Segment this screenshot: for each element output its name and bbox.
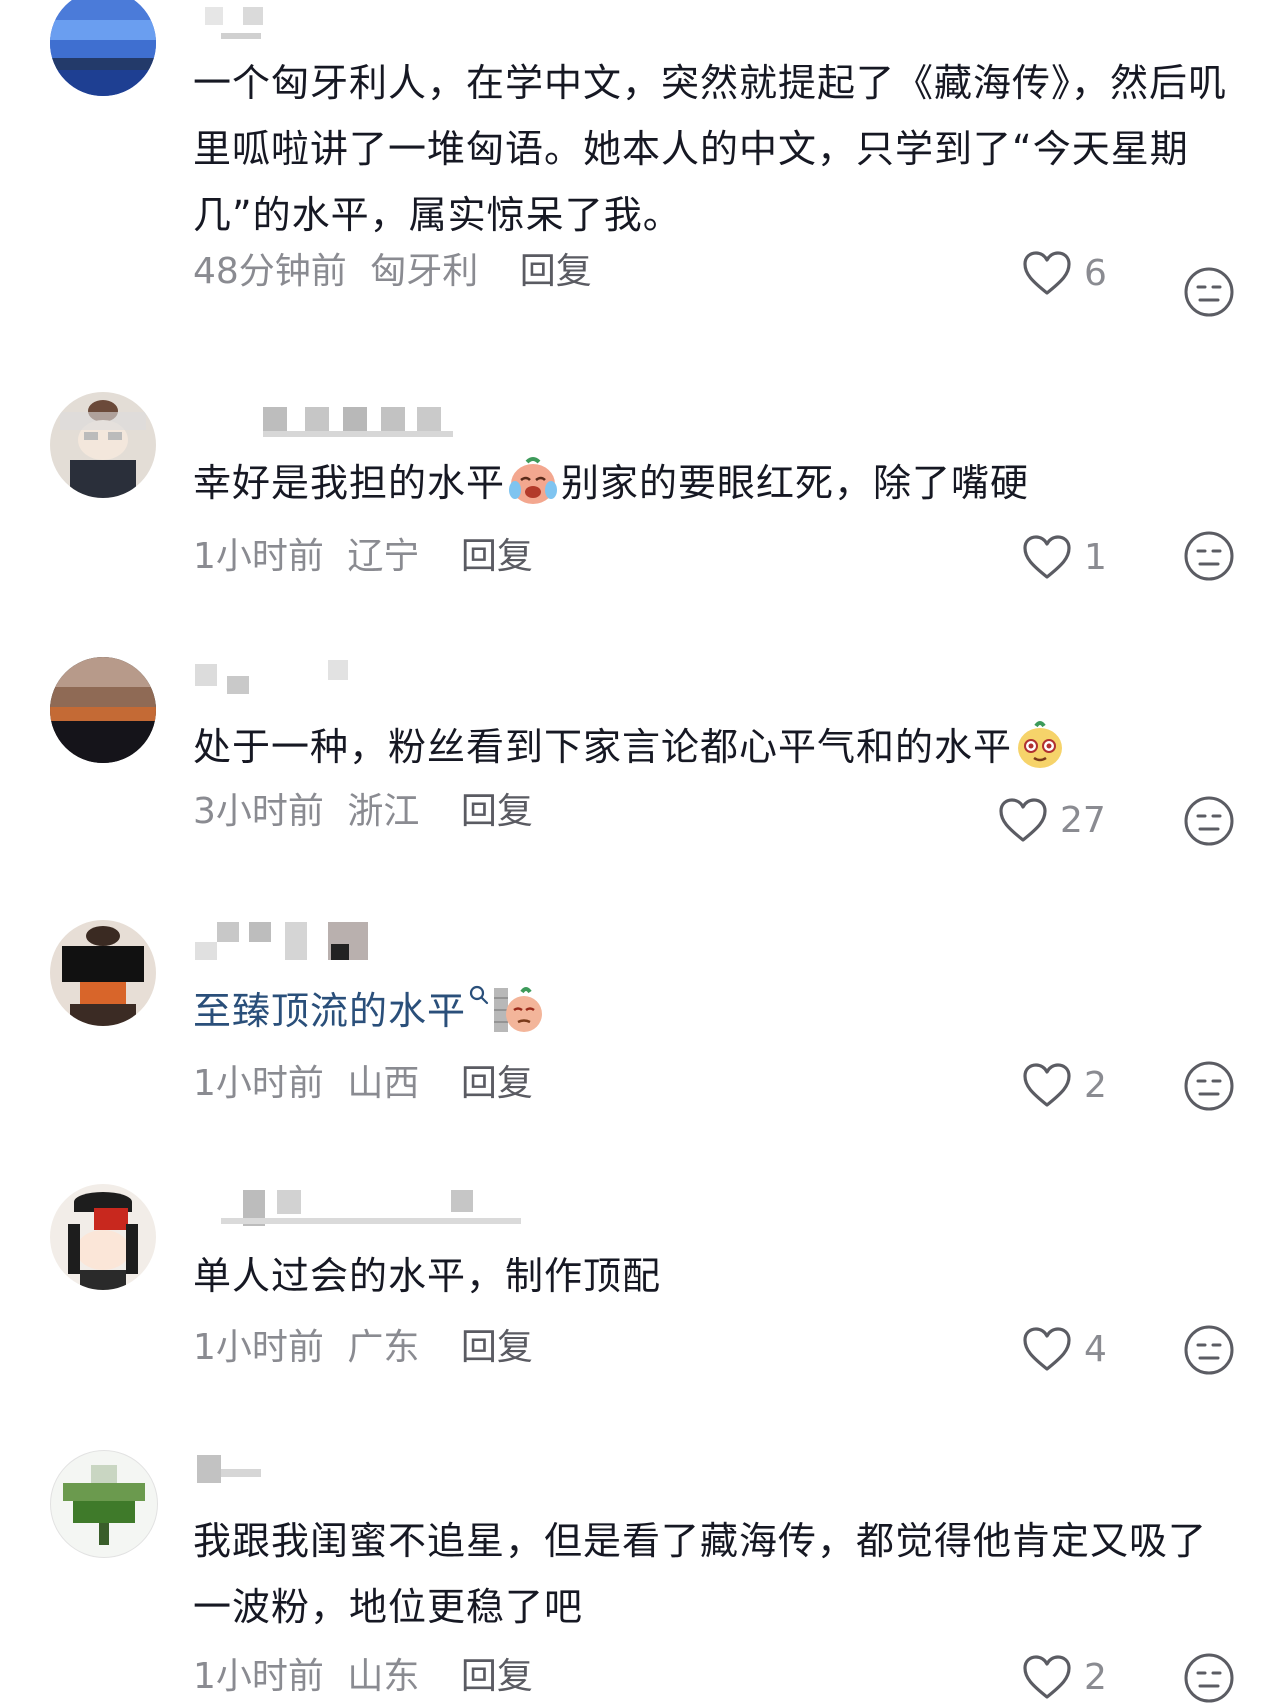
comment-meta: 1小时前 广东 回复 [193, 1326, 533, 1370]
neutral-face-icon [1184, 267, 1234, 317]
heart-outline-icon [1023, 1655, 1071, 1699]
like-count: 1 [1084, 537, 1107, 578]
comment-meta: 1小时前 山东 回复 [193, 1655, 533, 1699]
avatar[interactable] [50, 1450, 158, 1558]
comment-time: 1小时前 [193, 1656, 324, 1697]
comment-time: 1小时前 [193, 536, 324, 577]
neutral-face-icon [1184, 1061, 1234, 1111]
comment-meta: 3小时前 浙江 回复 [193, 790, 533, 834]
comment-text: 幸好是我担的水平 别家的要眼红死，除了嘴硬 [193, 450, 1243, 516]
like-button[interactable]: 6 [1022, 246, 1142, 302]
comment-location: 辽宁 [347, 536, 420, 577]
comment-text: 我跟我闺蜜不追星，但是看了藏海传，都觉得他肯定又吸了一波粉，地位更稳了吧 [193, 1519, 1208, 1629]
comment-text: 一个匈牙利人，在学中文，突然就提起了《藏海传》，然后叽里呱啦讲了一堆匈语。她本人… [193, 61, 1228, 237]
like-button[interactable]: 4 [1022, 1322, 1142, 1378]
like-count: 27 [1060, 800, 1106, 841]
crying-laughing-emoji [509, 457, 558, 504]
heart-outline-icon [1023, 535, 1071, 579]
comment-location: 浙江 [347, 791, 420, 832]
neutral-face-icon [1184, 531, 1234, 581]
like-button[interactable]: 2 [1022, 1650, 1142, 1706]
heart-outline-icon [1023, 1063, 1071, 1107]
comment-time: 3小时前 [193, 791, 324, 832]
reply-button[interactable]: 回复 [461, 1327, 533, 1368]
like-count: 2 [1084, 1657, 1107, 1698]
comment-time: 1小时前 [193, 1327, 324, 1368]
avatar[interactable] [50, 657, 156, 763]
neutral-face-icon [1184, 1653, 1234, 1703]
smug-face-emoji [1018, 721, 1063, 768]
like-count: 2 [1084, 1065, 1107, 1106]
neutral-face-icon [1184, 796, 1234, 846]
heart-outline-icon [999, 798, 1047, 842]
avatar[interactable] [50, 1184, 156, 1290]
comment-time: 48分钟前 [193, 251, 347, 292]
comment-location: 山东 [347, 1656, 420, 1697]
dislike-button[interactable] [1183, 1652, 1235, 1704]
peeking-wall-emoji [494, 987, 543, 1032]
like-count: 4 [1084, 1329, 1107, 1370]
comment-text: 处于一种，粉丝看到下家言论都心平气和的水平 [193, 714, 1243, 780]
avatar[interactable] [50, 392, 156, 498]
heart-outline-icon [1023, 251, 1071, 295]
avatar[interactable] [50, 920, 156, 1026]
comment-meta: 1小时前 山西 回复 [193, 1062, 533, 1106]
comment-text: 至臻顶流的水平 [193, 978, 1243, 1044]
reply-button[interactable]: 回复 [461, 791, 533, 832]
search-icon [469, 985, 489, 1005]
comment-location: 匈牙利 [370, 251, 479, 292]
comment-meta: 1小时前 辽宁 回复 [193, 535, 533, 579]
reply-button[interactable]: 回复 [520, 251, 592, 292]
comment-meta: 48分钟前 匈牙利 回复 [193, 250, 592, 294]
like-button[interactable]: 2 [1022, 1058, 1142, 1114]
dislike-button[interactable] [1183, 530, 1235, 582]
like-count: 6 [1084, 253, 1107, 294]
dislike-button[interactable] [1183, 1060, 1235, 1112]
comment-location: 广东 [347, 1327, 420, 1368]
like-button[interactable]: 27 [998, 793, 1148, 849]
reply-button[interactable]: 回复 [461, 1656, 533, 1697]
comment-location: 山西 [347, 1063, 420, 1104]
dislike-button[interactable] [1183, 795, 1235, 847]
neutral-face-icon [1184, 1325, 1234, 1375]
like-button[interactable]: 1 [1022, 530, 1142, 586]
avatar[interactable] [50, 0, 156, 96]
dislike-button[interactable] [1183, 1324, 1235, 1376]
dislike-button[interactable] [1183, 266, 1235, 318]
comment-time: 1小时前 [193, 1063, 324, 1104]
reply-button[interactable]: 回复 [461, 1063, 533, 1104]
comment-text: 单人过会的水平，制作顶配 [193, 1254, 662, 1298]
heart-outline-icon [1023, 1327, 1071, 1371]
search-link[interactable]: 至臻顶流的水平 [193, 985, 490, 1033]
reply-button[interactable]: 回复 [461, 536, 533, 577]
